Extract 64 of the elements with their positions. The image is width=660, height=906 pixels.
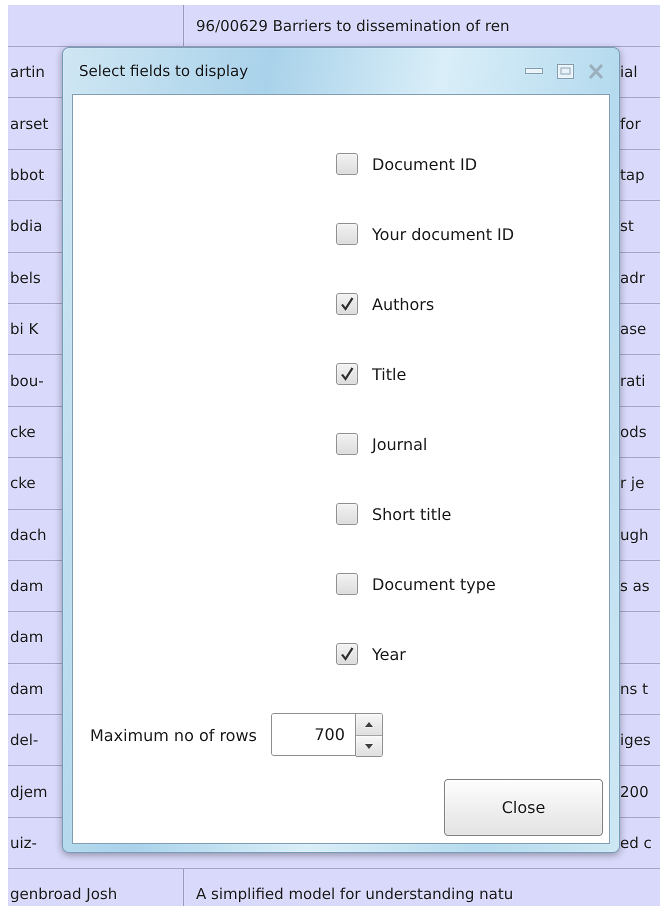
checkbox-label: Document type	[372, 574, 496, 594]
up-arrow-icon	[364, 722, 373, 727]
table-cell: uiz-	[10, 834, 37, 852]
table-cell: rati	[620, 372, 646, 390]
checkbox[interactable]	[336, 363, 358, 385]
checkbox-label: Authors	[372, 294, 434, 314]
checkbox[interactable]	[336, 153, 358, 175]
table-cell: st	[620, 217, 634, 236]
table-cell: tap	[620, 166, 645, 184]
number-field[interactable]: 700	[270, 713, 356, 756]
table-cell: bbot	[10, 166, 44, 184]
checkbox-label: Document ID	[372, 154, 478, 174]
table-cell: bels	[10, 268, 41, 287]
checkbox[interactable]	[336, 293, 358, 315]
table-cell: dam	[10, 577, 44, 596]
table-cell: bi K	[10, 320, 38, 338]
close-icon[interactable]	[588, 64, 604, 78]
checkbox[interactable]	[336, 433, 358, 455]
window-title: Select fields to display	[78, 62, 248, 80]
table-cell: djem	[10, 782, 48, 801]
table-cell: ial	[620, 63, 638, 82]
table-cell: adr	[620, 268, 645, 287]
maximize-icon[interactable]	[557, 64, 574, 78]
minimize-icon[interactable]	[525, 67, 543, 75]
table-cell: genbroad Josh	[10, 885, 118, 904]
checkbox-label: Title	[372, 364, 406, 384]
table-cell: dach	[10, 526, 46, 544]
table-cell: r je	[620, 474, 644, 492]
checkbox[interactable]	[336, 503, 358, 525]
table-cell: 96/00629 Barriers to dissemination of ren	[196, 16, 510, 34]
table-cell: bou-	[10, 372, 44, 390]
checkbox[interactable]	[336, 643, 358, 665]
decrement-button[interactable]	[356, 735, 382, 756]
table-cell: ed c	[620, 834, 652, 852]
table-cell: cke	[10, 422, 36, 441]
field-label: Maximum no of rows	[90, 726, 257, 744]
checkmark-icon	[339, 366, 355, 382]
table-cell: bdia	[10, 217, 42, 236]
table-cell: artin	[10, 63, 45, 82]
table-cell: ods	[620, 422, 647, 441]
table-cell: dam	[10, 628, 44, 646]
table-cell: ugh	[620, 526, 649, 544]
table-cell: 200	[620, 782, 649, 801]
table-cell: del-	[10, 731, 38, 750]
checkbox-label: Your document ID	[372, 224, 514, 244]
table-cell: A simplified model for understanding natu	[196, 885, 514, 904]
table-cell: dam	[10, 680, 44, 698]
table-cell: ase	[620, 320, 646, 338]
checkbox-label: Journal	[372, 434, 428, 454]
table-cell: cke	[10, 474, 36, 492]
table-cell: s as	[620, 577, 650, 596]
checkbox[interactable]	[336, 573, 358, 595]
table-cell: iges	[620, 731, 651, 750]
increment-button[interactable]	[356, 714, 382, 735]
table-cell: arset	[10, 114, 48, 133]
table-cell: ns t	[620, 680, 648, 698]
table-cell: for	[620, 114, 641, 133]
checkbox[interactable]	[336, 223, 358, 245]
checkbox-label: Short title	[372, 504, 452, 524]
checkbox-label: Year	[372, 644, 406, 664]
checkmark-icon	[339, 296, 355, 312]
close-button[interactable]: Close	[444, 779, 603, 836]
down-arrow-icon	[364, 744, 373, 748]
checkmark-icon	[339, 646, 355, 662]
